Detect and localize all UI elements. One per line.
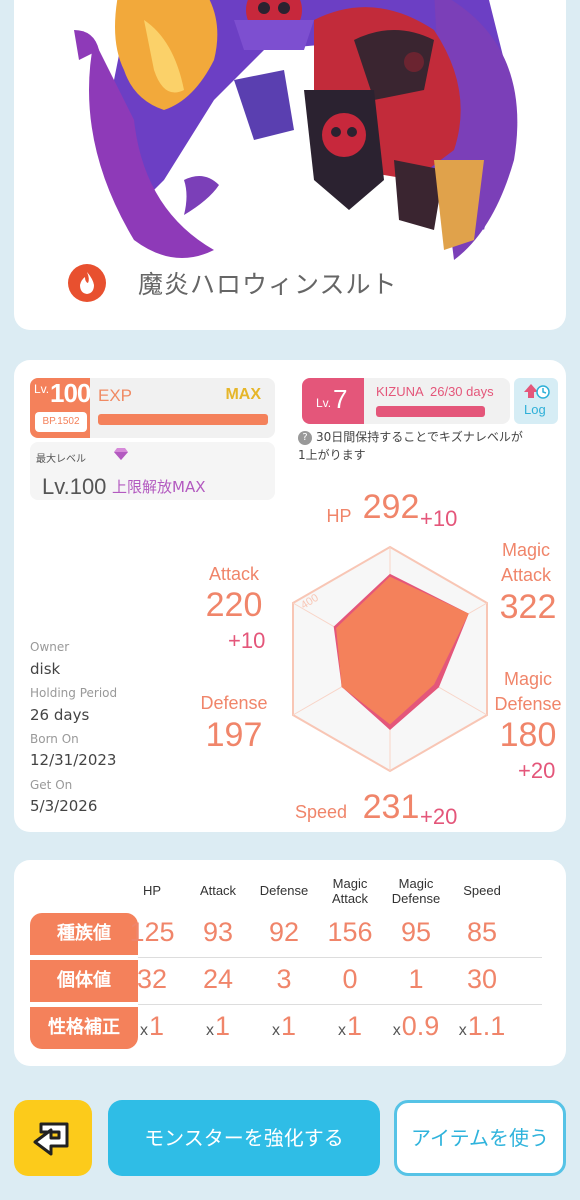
hp-bonus: +10 bbox=[420, 506, 458, 531]
speed-label: Speed bbox=[294, 802, 348, 822]
table-cell-value: 0.9 bbox=[401, 1011, 440, 1041]
table-cell-value: 95 bbox=[400, 917, 432, 947]
attack-label: Attack bbox=[208, 564, 260, 584]
magic-defense-value: 180 bbox=[499, 716, 557, 754]
fire-icon bbox=[68, 264, 106, 302]
magic-defense-label: Magic Defense bbox=[490, 667, 566, 717]
table-cell-value: 1 bbox=[408, 964, 424, 994]
multiplier-prefix: x bbox=[392, 1022, 401, 1039]
table-cell: 0 bbox=[320, 964, 380, 995]
table-cell-value: 30 bbox=[466, 964, 498, 994]
monster-name: 魔炎ハロウィンスルト bbox=[138, 270, 398, 299]
table-cell-value: 156 bbox=[327, 917, 373, 947]
table-cell-value: 1.1 bbox=[467, 1011, 506, 1041]
table-cell-value: 1 bbox=[214, 1011, 231, 1041]
speed-value: 231 bbox=[362, 788, 420, 826]
table-cell-value: 92 bbox=[268, 917, 300, 947]
table-header-line: Defense bbox=[391, 891, 441, 906]
monster-hero-card: 魔炎ハロウィンスルト bbox=[14, 0, 566, 330]
back-button[interactable] bbox=[14, 1100, 92, 1176]
table-cell-value: 1 bbox=[280, 1011, 297, 1041]
row-divider bbox=[138, 1004, 542, 1005]
hp-label: HP bbox=[326, 506, 352, 526]
monster-name-row: 魔炎ハロウィンスルト bbox=[68, 264, 398, 302]
defense-value: 197 bbox=[205, 716, 263, 754]
defense-label: Defense bbox=[200, 693, 268, 713]
table-cell-value: 32 bbox=[136, 964, 168, 994]
magic-attack-value: 322 bbox=[499, 588, 557, 626]
row-divider bbox=[138, 957, 542, 958]
table-cell: 30 bbox=[452, 964, 512, 995]
table-cell: 85 bbox=[452, 917, 512, 948]
magic-attack-label-line-1: Magic bbox=[501, 540, 550, 560]
multiplier-prefix: x bbox=[271, 1022, 280, 1039]
table-cell: 3 bbox=[254, 964, 314, 995]
stats-radar-chart: 400 bbox=[292, 545, 488, 773]
table-cell: x1.1 bbox=[452, 1011, 512, 1042]
return-arrow-icon bbox=[33, 1122, 69, 1156]
multiplier-prefix: x bbox=[337, 1022, 346, 1039]
table-cell-value: 1 bbox=[346, 1011, 363, 1041]
multiplier-prefix: x bbox=[458, 1022, 467, 1039]
magic-defense-label-line-1: Magic bbox=[503, 669, 552, 689]
multiplier-prefix: x bbox=[139, 1022, 148, 1039]
table-cell-value: 0 bbox=[342, 964, 358, 994]
table-header-line: Defense bbox=[259, 883, 309, 898]
table-cell: 92 bbox=[254, 917, 314, 948]
table-cell-value: 93 bbox=[202, 917, 234, 947]
table-cell: x0.9 bbox=[386, 1011, 446, 1042]
table-cell-value: 24 bbox=[202, 964, 234, 994]
table-header-line: Magic bbox=[398, 876, 434, 891]
table-header-line: Speed bbox=[463, 883, 501, 898]
table-cell: 24 bbox=[188, 964, 248, 995]
magic-attack-label-line-2: Attack bbox=[500, 565, 552, 585]
power-up-monster-button[interactable]: モンスターを強化する bbox=[108, 1100, 380, 1176]
speed-bonus: +20 bbox=[420, 804, 458, 829]
stats-table-card: HP Attack Defense Magic Attack Magic Defense Sp… bbox=[14, 860, 566, 1066]
table-cell-value: 1 bbox=[148, 1011, 165, 1041]
table-cell-value: 85 bbox=[466, 917, 498, 947]
table-header-line: HP bbox=[142, 883, 162, 898]
table-cell: x1 bbox=[254, 1011, 314, 1042]
hp-value: 292 bbox=[362, 488, 420, 526]
table-cell: x1 bbox=[122, 1011, 182, 1042]
table-header-5: Speed bbox=[440, 883, 524, 898]
table-cell: x1 bbox=[320, 1011, 380, 1042]
magic-attack-label: Magic Attack bbox=[490, 538, 562, 588]
attack-bonus: +10 bbox=[228, 628, 266, 653]
table-cell-value: 125 bbox=[129, 917, 175, 947]
multiplier-prefix: x bbox=[205, 1022, 214, 1039]
status-card: Lv. 100 BP.1502 EXP MAX 最大レベル Lv.100 上限解… bbox=[14, 360, 566, 832]
table-cell: 32 bbox=[122, 964, 182, 995]
table-cell: x1 bbox=[188, 1011, 248, 1042]
table-cell-value: 3 bbox=[276, 964, 292, 994]
table-cell: 93 bbox=[188, 917, 248, 948]
table-header-line: Magic bbox=[332, 876, 368, 891]
table-cell: 156 bbox=[320, 917, 380, 948]
table-cell: 1 bbox=[386, 964, 446, 995]
magic-defense-bonus: +20 bbox=[518, 758, 556, 783]
monster-illustration bbox=[74, 0, 518, 260]
table-cell: 125 bbox=[122, 917, 182, 948]
magic-defense-label-line-2: Defense bbox=[494, 694, 562, 714]
table-header-line: Attack bbox=[199, 883, 237, 898]
table-header-line: Attack bbox=[331, 891, 369, 906]
attack-value: 220 bbox=[205, 586, 263, 624]
use-item-button[interactable]: アイテムを使う bbox=[394, 1100, 566, 1176]
table-cell: 95 bbox=[386, 917, 446, 948]
